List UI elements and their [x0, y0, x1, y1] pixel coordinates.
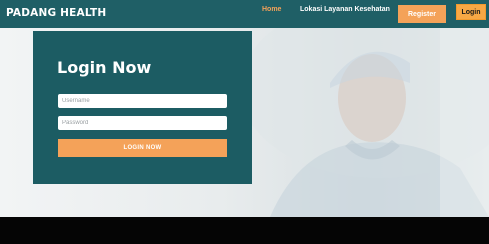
register-button[interactable]: Register [398, 5, 446, 23]
brand-logo-text[interactable]: PADANG HEALTH [6, 7, 106, 19]
top-navbar: PADANG HEALTH Home Lokasi Layanan Keseha… [0, 0, 489, 28]
footer-band [0, 217, 489, 244]
login-title: Login Now [57, 58, 152, 77]
password-input[interactable] [58, 116, 227, 130]
nav-link-home[interactable]: Home [262, 6, 281, 13]
username-input[interactable] [58, 94, 227, 108]
nav-link-lokasi-layanan[interactable]: Lokasi Layanan Kesehatan [300, 6, 390, 13]
login-nav-button[interactable]: Login [456, 4, 486, 20]
login-now-button[interactable]: LOGIN NOW [58, 139, 227, 157]
